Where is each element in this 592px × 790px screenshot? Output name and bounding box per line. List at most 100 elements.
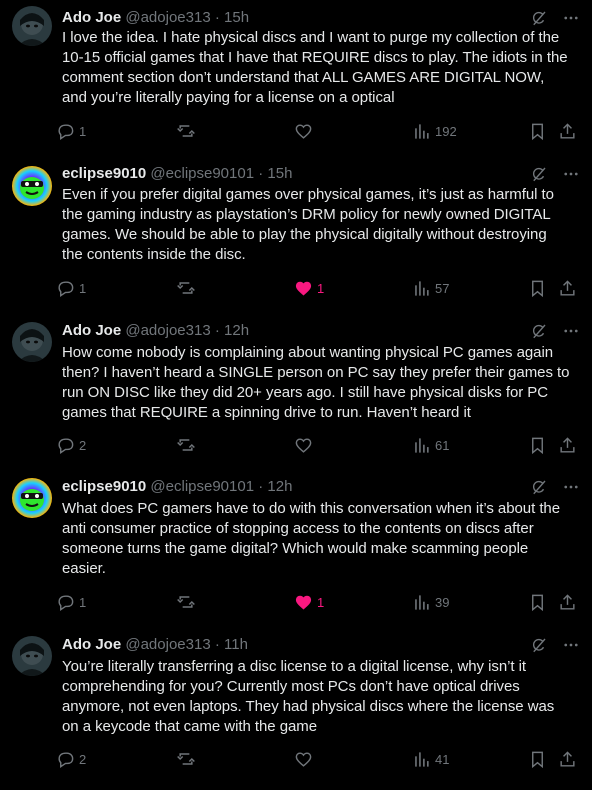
like-icon [294, 593, 313, 612]
share-button[interactable] [558, 119, 577, 143]
user-handle[interactable]: @adojoe313 [125, 322, 210, 339]
display-name[interactable]: Ado Joe [62, 9, 121, 26]
post-text: You’re literally transferring a disc lic… [62, 658, 555, 735]
reply-count: 1 [79, 280, 87, 296]
grok-icon[interactable] [530, 636, 548, 654]
repost-button[interactable] [176, 590, 200, 614]
grok-icon[interactable] [530, 478, 548, 496]
share-button[interactable] [558, 590, 577, 614]
reply-icon [56, 279, 75, 298]
avatar[interactable] [12, 166, 52, 206]
more-icon[interactable] [562, 478, 580, 496]
timestamp[interactable]: 15h [267, 165, 292, 182]
post-top-actions [530, 162, 580, 186]
reply-button[interactable]: 1 [56, 590, 86, 614]
views-button[interactable]: 192 [412, 119, 457, 143]
like-button[interactable] [294, 747, 317, 771]
bookmark-button[interactable] [528, 276, 547, 300]
bookmark-button[interactable] [528, 747, 547, 771]
post-header: Ado Joe @adojoe313 · 15h [62, 8, 580, 28]
user-handle[interactable]: @eclipse90101 [150, 165, 254, 182]
like-button[interactable] [294, 433, 317, 457]
views-button[interactable]: 39 [412, 590, 449, 614]
reply-button[interactable]: 2 [56, 747, 86, 771]
grok-icon[interactable] [530, 9, 548, 27]
share-icon [558, 279, 577, 298]
separator-dot: · [258, 165, 264, 182]
reply-button[interactable]: 1 [56, 276, 86, 300]
user-handle[interactable]: @eclipse90101 [150, 478, 254, 495]
display-name[interactable]: Ado Joe [62, 636, 121, 653]
post-header: eclipse9010 @eclipse90101 · 15h [62, 164, 580, 184]
repost-button[interactable] [176, 119, 200, 143]
bookmark-button[interactable] [528, 433, 547, 457]
timestamp[interactable]: 11h [224, 636, 248, 653]
views-icon [412, 279, 431, 298]
post[interactable]: eclipse9010 @eclipse90101 · 15h Even if … [0, 158, 592, 314]
views-icon [412, 122, 431, 141]
grok-icon[interactable] [530, 165, 548, 183]
more-icon[interactable] [562, 165, 580, 183]
like-icon [294, 122, 313, 141]
timestamp[interactable]: 12h [267, 478, 292, 495]
bookmark-button[interactable] [528, 119, 547, 143]
like-count: 1 [317, 280, 325, 296]
more-icon[interactable] [562, 636, 580, 654]
reply-button[interactable]: 1 [56, 119, 86, 143]
avatar[interactable] [12, 322, 52, 362]
like-button[interactable]: 1 [294, 590, 324, 614]
bookmark-icon [528, 593, 547, 612]
separator-dot: · [214, 322, 220, 339]
share-button[interactable] [558, 747, 577, 771]
bookmark-button[interactable] [528, 590, 547, 614]
user-handle[interactable]: @adojoe313 [125, 636, 210, 653]
timestamp[interactable]: 15h [224, 9, 249, 26]
avatar[interactable] [12, 6, 52, 46]
reply-icon [56, 122, 75, 141]
post-text: I love the idea. I hate physical discs a… [62, 29, 568, 106]
views-button[interactable]: 41 [412, 747, 449, 771]
post[interactable]: eclipse9010 @eclipse90101 · 12h What doe… [0, 470, 592, 628]
reply-button[interactable]: 2 [56, 433, 86, 457]
post-top-actions [530, 475, 580, 499]
views-button[interactable]: 57 [412, 276, 449, 300]
post[interactable]: Ado Joe @adojoe313 · 12h How come nobody… [0, 314, 592, 470]
repost-button[interactable] [176, 433, 200, 457]
post-text: How come nobody is complaining about wan… [62, 344, 570, 421]
bookmark-icon [528, 122, 547, 141]
post-top-actions [530, 319, 580, 343]
more-icon[interactable] [562, 9, 580, 27]
views-icon [412, 750, 431, 769]
repost-icon [176, 435, 196, 455]
post[interactable]: Ado Joe @adojoe313 · 15h I love the idea… [0, 0, 592, 154]
display-name[interactable]: eclipse9010 [62, 478, 146, 495]
share-button[interactable] [558, 433, 577, 457]
avatar[interactable] [12, 636, 52, 676]
reply-icon [56, 593, 75, 612]
repost-button[interactable] [176, 747, 200, 771]
reply-count: 1 [79, 123, 87, 139]
view-count: 192 [435, 123, 457, 139]
post-top-actions [530, 6, 580, 30]
display-name[interactable]: Ado Joe [62, 322, 121, 339]
action-bar: 2 61 [56, 433, 586, 457]
user-handle[interactable]: @adojoe313 [125, 9, 210, 26]
timestamp[interactable]: 12h [224, 322, 249, 339]
bookmark-icon [528, 279, 547, 298]
like-button[interactable]: 1 [294, 276, 324, 300]
grok-icon[interactable] [530, 322, 548, 340]
share-button[interactable] [558, 276, 577, 300]
display-name[interactable]: eclipse9010 [62, 165, 146, 182]
repost-icon [176, 121, 196, 141]
like-icon [294, 279, 313, 298]
share-icon [558, 593, 577, 612]
like-button[interactable] [294, 119, 317, 143]
avatar[interactable] [12, 478, 52, 518]
views-button[interactable]: 61 [412, 433, 449, 457]
repost-button[interactable] [176, 276, 200, 300]
more-icon[interactable] [562, 322, 580, 340]
view-count: 61 [435, 437, 450, 453]
share-icon [558, 436, 577, 455]
like-count: 1 [317, 594, 325, 610]
post[interactable]: Ado Joe @adojoe313 · 11h You’re literall… [0, 628, 592, 790]
